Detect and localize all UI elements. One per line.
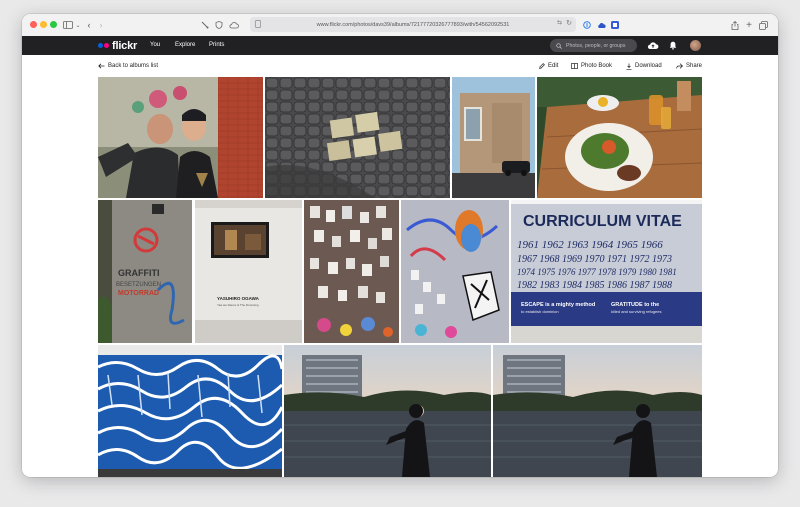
share-button[interactable]: Share bbox=[676, 61, 702, 71]
close-window-button[interactable] bbox=[30, 21, 37, 28]
extension-cloud-icon[interactable] bbox=[596, 18, 606, 32]
reload-icon[interactable]: ↻ bbox=[566, 19, 572, 27]
brush-icon[interactable] bbox=[200, 18, 210, 32]
nav-explore[interactable]: Explore bbox=[175, 40, 195, 51]
photo-selfie-couple[interactable] bbox=[98, 77, 263, 198]
cv-left-sub: to establish dominion bbox=[521, 309, 559, 314]
extension-1password-icon[interactable] bbox=[582, 18, 592, 32]
chevron-down-icon[interactable]: ⌄ bbox=[74, 18, 82, 32]
cv-years-line-3: 1974 1975 1976 1977 1978 1979 1980 1981 bbox=[517, 267, 677, 277]
user-avatar[interactable] bbox=[690, 40, 701, 51]
forward-arrow-icon[interactable]: › bbox=[96, 18, 106, 32]
back-to-albums-link[interactable]: Back to albums list bbox=[98, 61, 158, 71]
browser-toolbar: ⌄ ‹ › www.flickr.com/photos/davs39/album… bbox=[22, 14, 778, 37]
shield-icon[interactable] bbox=[214, 18, 224, 32]
flickr-header: flickr You Explore Prints Photos, people… bbox=[22, 36, 778, 55]
photo-river-silhouette-1[interactable] bbox=[284, 345, 491, 477]
nav-you[interactable]: You bbox=[150, 40, 160, 51]
minimize-window-button[interactable] bbox=[40, 21, 47, 28]
back-link-label: Back to albums list bbox=[108, 63, 159, 69]
tab-overview-icon[interactable] bbox=[758, 18, 768, 32]
edit-label: Edit bbox=[548, 63, 559, 69]
photo-street-art[interactable] bbox=[401, 200, 509, 343]
address-bar[interactable]: www.flickr.com/photos/davs39/albums/7217… bbox=[250, 17, 576, 32]
book-icon bbox=[571, 63, 578, 69]
cv-years-line-4: 1982 1983 1984 1985 1986 1987 1988 bbox=[517, 280, 672, 291]
photo-river-silhouette-2[interactable] bbox=[493, 345, 702, 477]
photo-stolpersteine[interactable] bbox=[265, 77, 450, 198]
new-tab-icon[interactable]: + bbox=[744, 18, 754, 32]
photo-blue-wave-mural[interactable] bbox=[98, 345, 282, 477]
svg-text:Yaa we Dance & The Drowning: Yaa we Dance & The Drowning bbox=[217, 303, 259, 307]
share-label: Share bbox=[686, 63, 703, 69]
zoom-window-button[interactable] bbox=[50, 21, 57, 28]
cv-years-line-1: 1961 1962 1963 1964 1965 1966 bbox=[517, 239, 663, 251]
nav-prints[interactable]: Prints bbox=[209, 40, 224, 51]
svg-text:BESETZUNGEN: BESETZUNGEN bbox=[116, 282, 161, 288]
logo-text: flickr bbox=[112, 39, 138, 52]
extension-grid-icon[interactable] bbox=[610, 18, 620, 32]
photo-curriculum-vitae[interactable]: CURRICULUM VITAE 1961 1962 1963 1964 196… bbox=[511, 200, 702, 343]
sidebar-icon[interactable] bbox=[62, 18, 74, 32]
cv-title-text: CURRICULUM VITAE bbox=[523, 213, 682, 230]
logo-pink-dot bbox=[104, 43, 109, 48]
photo-graffiti-wall[interactable]: GRAFFITI BESETZUNGEN MOTORRAD bbox=[98, 200, 192, 343]
logo-blue-dot bbox=[98, 43, 103, 48]
cv-years-line-2: 1967 1968 1969 1970 1971 1972 1973 bbox=[517, 254, 672, 265]
cv-left-caption: ESCAPE is a mighty method bbox=[521, 302, 595, 308]
page-icon bbox=[255, 20, 261, 30]
album-action-bar: Back to albums list Edit Photo Book Down… bbox=[22, 55, 778, 77]
download-label: Download bbox=[635, 63, 662, 69]
cloud-icon[interactable] bbox=[228, 18, 240, 32]
share-arrow-icon bbox=[676, 63, 683, 69]
pencil-icon bbox=[539, 63, 545, 69]
back-arrow-icon[interactable]: ‹ bbox=[84, 18, 94, 32]
search-input[interactable]: Photos, people, or groups bbox=[550, 39, 637, 52]
svg-text:MOTORRAD: MOTORRAD bbox=[118, 290, 159, 297]
photo-book-label: Photo Book bbox=[581, 63, 613, 69]
notifications-bell-icon[interactable] bbox=[668, 40, 678, 51]
url-text: www.flickr.com/photos/davs39/albums/7217… bbox=[316, 21, 510, 28]
translate-icon[interactable]: ⇆ bbox=[557, 19, 562, 26]
photo-building-street[interactable] bbox=[452, 77, 535, 198]
share-page-icon[interactable] bbox=[730, 18, 740, 32]
cv-right-sub: killed and surviving refugees bbox=[611, 309, 661, 314]
search-icon bbox=[556, 42, 562, 49]
cv-right-caption: GRATITUDE to the bbox=[611, 302, 659, 308]
search-placeholder: Photos, people, or groups bbox=[566, 42, 626, 49]
download-icon bbox=[626, 63, 632, 70]
arrow-left-icon bbox=[98, 63, 105, 69]
photo-book-button[interactable]: Photo Book bbox=[571, 61, 612, 71]
flickr-logo[interactable]: flickr bbox=[98, 39, 137, 52]
photo-postcard-wall[interactable] bbox=[304, 200, 399, 343]
graffiti-text: GRAFFITI bbox=[118, 268, 160, 278]
edit-button[interactable]: Edit bbox=[539, 61, 558, 71]
photo-ogawa-exhibit[interactable]: YASUHIRO OGAWA Yaa we Dance & The Drowni… bbox=[195, 200, 302, 343]
browser-window: ⌄ ‹ › www.flickr.com/photos/davs39/album… bbox=[22, 14, 778, 477]
photo-salad-table[interactable] bbox=[537, 77, 702, 198]
upload-cloud-icon[interactable] bbox=[646, 40, 660, 51]
download-button[interactable]: Download bbox=[626, 61, 662, 71]
svg-text:YASUHIRO OGAWA: YASUHIRO OGAWA bbox=[217, 296, 260, 301]
